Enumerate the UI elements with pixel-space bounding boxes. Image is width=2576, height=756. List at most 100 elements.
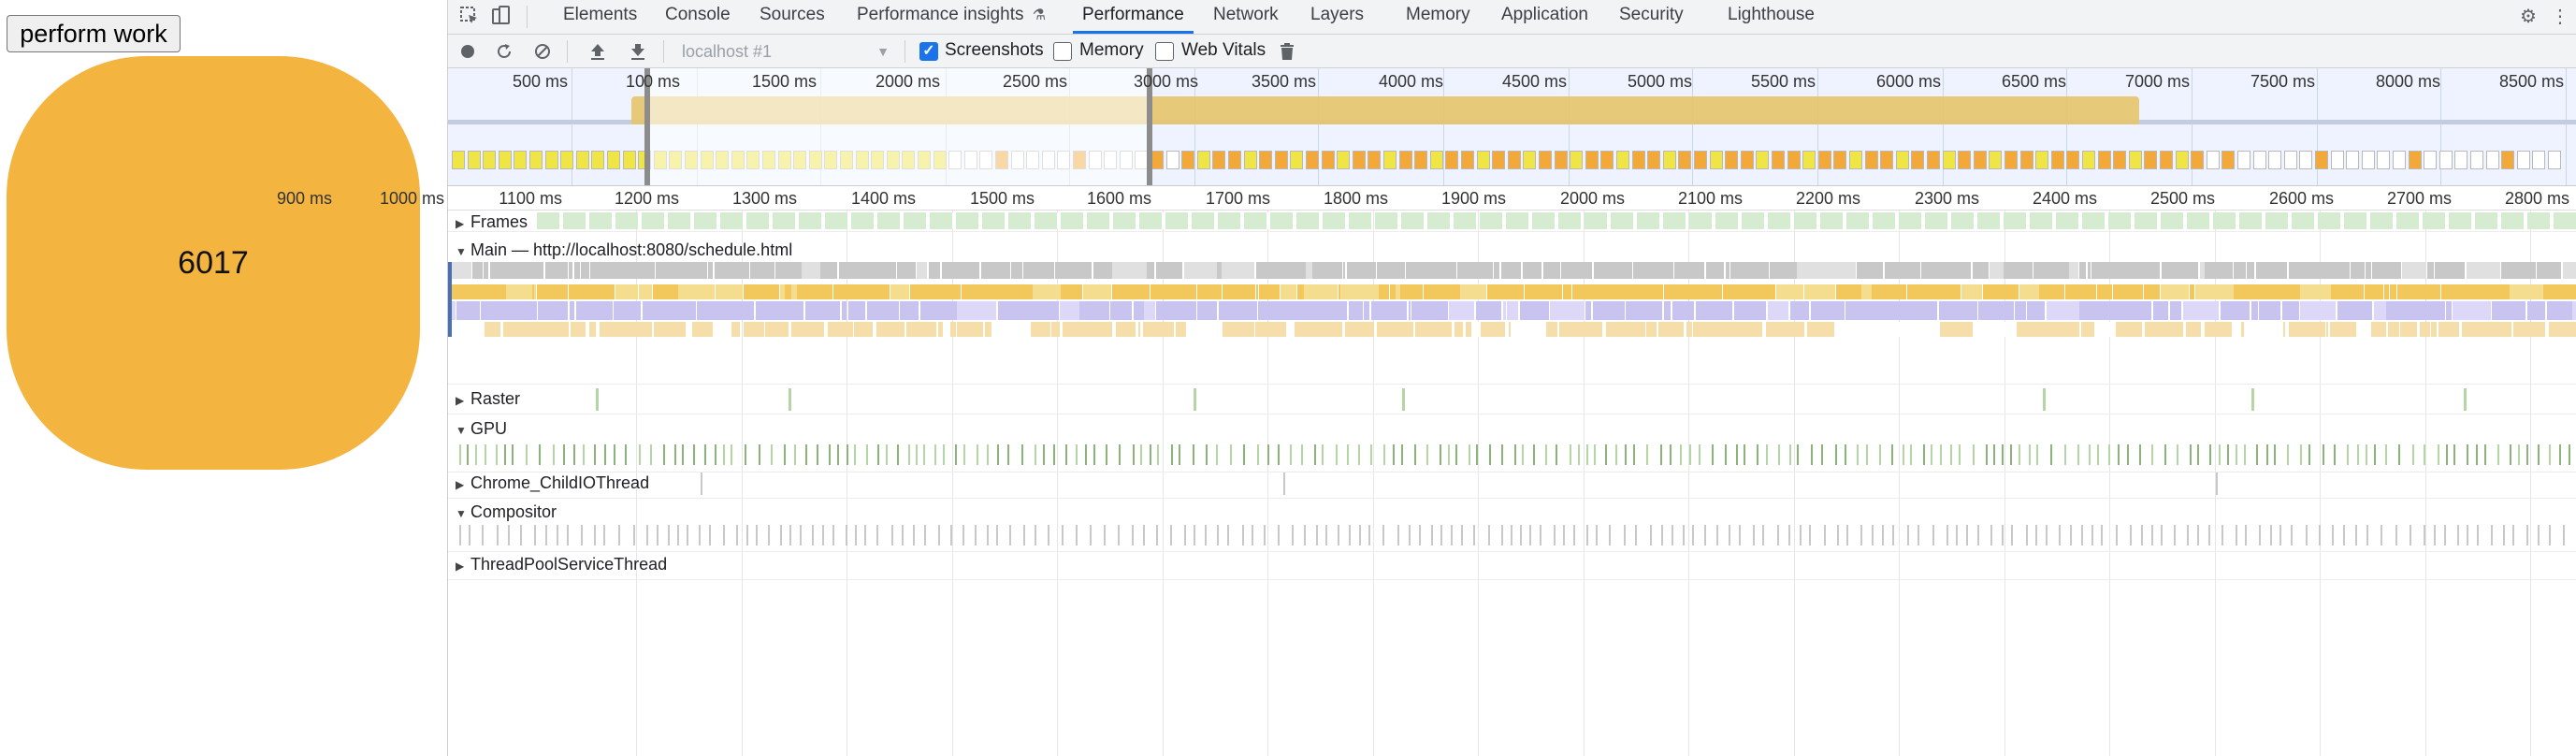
tab-security[interactable]: Security <box>1619 0 1684 34</box>
frame-block <box>1899 212 1923 229</box>
gpu-event <box>1448 444 1450 465</box>
compositor-event <box>1205 525 1207 545</box>
flamechart-event <box>1745 284 1775 299</box>
screenshots-checkbox[interactable]: ✓ <box>919 42 938 61</box>
gpu-event <box>1106 444 1107 465</box>
track-threadpool-header[interactable]: ▶ ThreadPoolServiceThread <box>456 555 667 574</box>
flamechart-event <box>2097 284 2112 299</box>
expand-triangle-icon: ▶ <box>456 560 465 573</box>
flamechart-event <box>2027 301 2045 320</box>
track-threadpool-label: ThreadPoolServiceThread <box>470 555 668 574</box>
flamechart-tracks[interactable]: ▶ Frames ▼ Main — http://localhost:8080/sc… <box>448 211 2576 756</box>
flamechart-event <box>1371 301 1386 320</box>
compositor-event <box>2319 525 2321 545</box>
reload-record-icon[interactable] <box>490 37 518 65</box>
gpu-event <box>1065 444 1067 465</box>
flamechart-event <box>470 284 484 299</box>
perform-work-button[interactable]: perform work <box>7 15 181 52</box>
compositor-event <box>1382 525 1384 545</box>
compositor-event <box>924 525 926 545</box>
gpu-event <box>1370 444 1372 465</box>
tab-elements[interactable]: Elements <box>563 0 637 34</box>
settings-gear-icon[interactable]: ⚙ <box>2515 3 2541 29</box>
memory-checkbox[interactable] <box>1053 42 1072 61</box>
flamechart-event <box>2365 284 2383 299</box>
frame-block <box>1139 212 1164 229</box>
gpu-event <box>1689 444 1691 465</box>
screenshot-thumbnail <box>529 151 543 169</box>
save-profile-icon[interactable] <box>624 37 652 65</box>
compositor-event <box>2279 525 2281 545</box>
track-gpu-header[interactable]: ▼ GPU <box>456 419 507 439</box>
expand-triangle-icon: ▶ <box>456 394 465 407</box>
tab-memory[interactable]: Memory <box>1406 0 1470 34</box>
compositor-event <box>1349 525 1351 545</box>
compositor-event <box>1650 525 1652 545</box>
compositor-event <box>1907 525 1909 545</box>
compositor-event <box>1090 525 1092 545</box>
screenshot-thumbnail <box>1817 151 1831 169</box>
track-compositor-header[interactable]: ▼ Compositor <box>456 502 557 522</box>
flamechart-event <box>2047 301 2079 320</box>
tab-application[interactable]: Application <box>1501 0 1588 34</box>
gpu-event <box>1866 444 1868 465</box>
tab-sources[interactable]: Sources <box>760 0 825 34</box>
load-profile-icon[interactable] <box>584 37 612 65</box>
timeline-overview[interactable]: 500 ms 10 0 ms 1500 ms 2000 ms 2500 ms 3000 ms 3… <box>448 68 2576 186</box>
trash-icon[interactable] <box>1273 37 1301 65</box>
record-icon[interactable] <box>454 37 482 65</box>
flamechart-event <box>1281 284 1296 299</box>
gpu-event <box>2538 444 2540 465</box>
flamechart-event <box>1804 284 1835 299</box>
tab-performance[interactable]: Performance <box>1073 0 1194 34</box>
compositor-event <box>1397 525 1399 545</box>
gpu-event <box>829 444 831 465</box>
gpu-event <box>1393 444 1395 465</box>
tab-performance-insights[interactable]: Performance insights ⚗ <box>857 0 1046 34</box>
flamechart-event <box>1776 284 1803 299</box>
webvitals-checkbox[interactable] <box>1155 42 1174 61</box>
frame-block <box>1637 212 1661 229</box>
tab-console[interactable]: Console <box>665 0 731 34</box>
track-frames-header[interactable]: ▶ Frames <box>456 212 528 232</box>
flamechart-event <box>910 284 930 299</box>
flamechart-event <box>1134 301 1144 320</box>
tab-network[interactable]: Network <box>1213 0 1279 34</box>
track-raster-header[interactable]: ▶ Raster <box>456 389 520 409</box>
main-thread-flamechart[interactable] <box>448 262 2576 337</box>
flamechart-event <box>1386 301 1407 320</box>
inspect-element-icon[interactable] <box>456 3 483 29</box>
flamechart-event <box>985 322 991 337</box>
compositor-event <box>2161 525 2163 545</box>
flamechart-event <box>1633 262 1651 279</box>
raster-event <box>2251 388 2254 411</box>
flamechart-event <box>1223 322 1254 337</box>
frame-block <box>1165 212 1190 229</box>
screenshot-thumbnail <box>1461 151 1474 169</box>
flamechart-event <box>1698 322 1735 337</box>
ruler-time-label: 2100 ms <box>1677 189 1743 208</box>
tab-layers[interactable]: Layers <box>1310 0 1364 34</box>
screenshot-thumbnail <box>2252 151 2266 169</box>
target-select[interactable]: localhost #1 ▼ <box>680 39 895 64</box>
frame-block <box>2135 212 2159 229</box>
device-toolbar-icon[interactable] <box>488 3 514 29</box>
clear-icon[interactable] <box>528 37 557 65</box>
compositor-event <box>2070 525 2072 545</box>
flamechart-event <box>1449 301 1474 320</box>
gpu-event <box>1712 444 1714 465</box>
compositor-event <box>1563 525 1565 545</box>
screenshot-thumbnail <box>2393 151 2406 169</box>
gpu-event <box>2467 444 2468 465</box>
track-main-header[interactable]: ▼ Main — http://localhost:8080/schedule.h… <box>456 240 792 260</box>
flamechart-event <box>452 262 471 279</box>
track-io-header[interactable]: ▶ Chrome_ChildIOThread <box>456 473 649 493</box>
compositor-event <box>1882 525 1884 545</box>
frames-strip[interactable] <box>537 211 2576 229</box>
gpu-event <box>1171 444 1173 465</box>
gpu-event <box>1314 444 1316 465</box>
frame-block <box>2449 212 2473 229</box>
more-menu-icon[interactable]: ⋮ <box>2551 3 2569 29</box>
flamechart-event <box>678 284 715 299</box>
tab-lighthouse[interactable]: Lighthouse <box>1728 0 1815 34</box>
